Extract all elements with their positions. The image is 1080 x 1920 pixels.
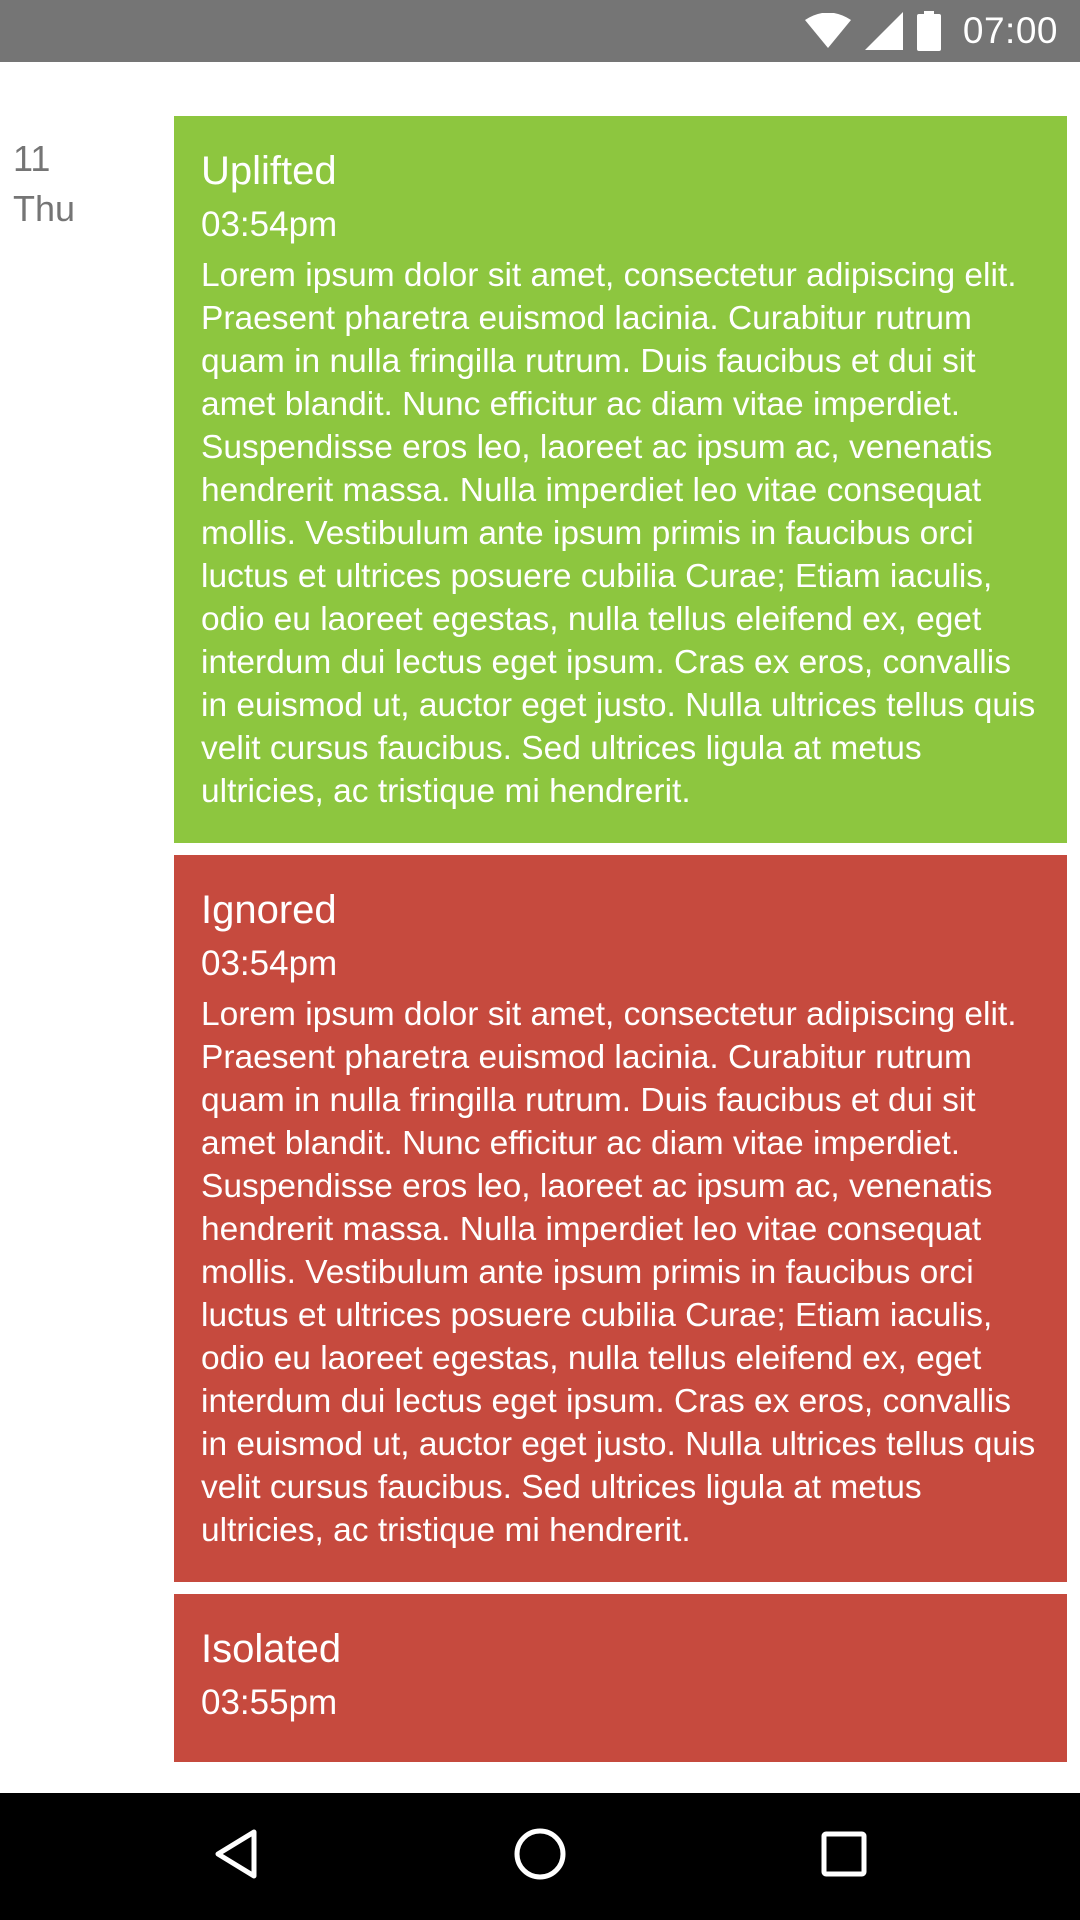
entry-body: Lorem ipsum dolor sit amet, consectetur … [201, 257, 1036, 810]
status-time: 07:00 [962, 10, 1058, 51]
entry-card[interactable]: Uplifted 03:54pm Lorem ipsum dolor sit a… [174, 116, 1067, 843]
entry-time: 03:55pm [201, 1683, 338, 1722]
day-name: Thu [13, 188, 76, 229]
entry-time: 03:54pm [201, 205, 338, 244]
wifi-icon [804, 13, 851, 49]
entry-title: Ignored [201, 888, 337, 932]
recents-icon [820, 1830, 868, 1883]
cell-signal-icon [864, 12, 903, 50]
date-label: 11 Thu [13, 134, 75, 234]
entry-body: Lorem ipsum dolor sit amet, consectetur … [201, 996, 1036, 1549]
recents-button[interactable] [784, 1793, 904, 1920]
status-bar: 07:00 [0, 0, 1080, 62]
entry-title: Uplifted [201, 149, 337, 193]
home-icon [513, 1827, 567, 1886]
entry-time: 03:54pm [201, 944, 338, 983]
battery-icon [916, 11, 941, 51]
entry-card[interactable]: Isolated 03:55pm [174, 1594, 1067, 1762]
entries-list: Uplifted 03:54pm Lorem ipsum dolor sit a… [174, 116, 1067, 1774]
day-number: 11 [13, 138, 51, 179]
navigation-bar [0, 1793, 1080, 1920]
back-button[interactable] [176, 1793, 296, 1920]
entry-card[interactable]: Ignored 03:54pm Lorem ipsum dolor sit am… [174, 855, 1067, 1582]
back-icon [212, 1828, 260, 1885]
journal-content[interactable]: 11 Thu Uplifted 03:54pm Lorem ipsum dolo… [0, 62, 1080, 1793]
entry-title: Isolated [201, 1627, 342, 1671]
home-button[interactable] [480, 1793, 600, 1920]
